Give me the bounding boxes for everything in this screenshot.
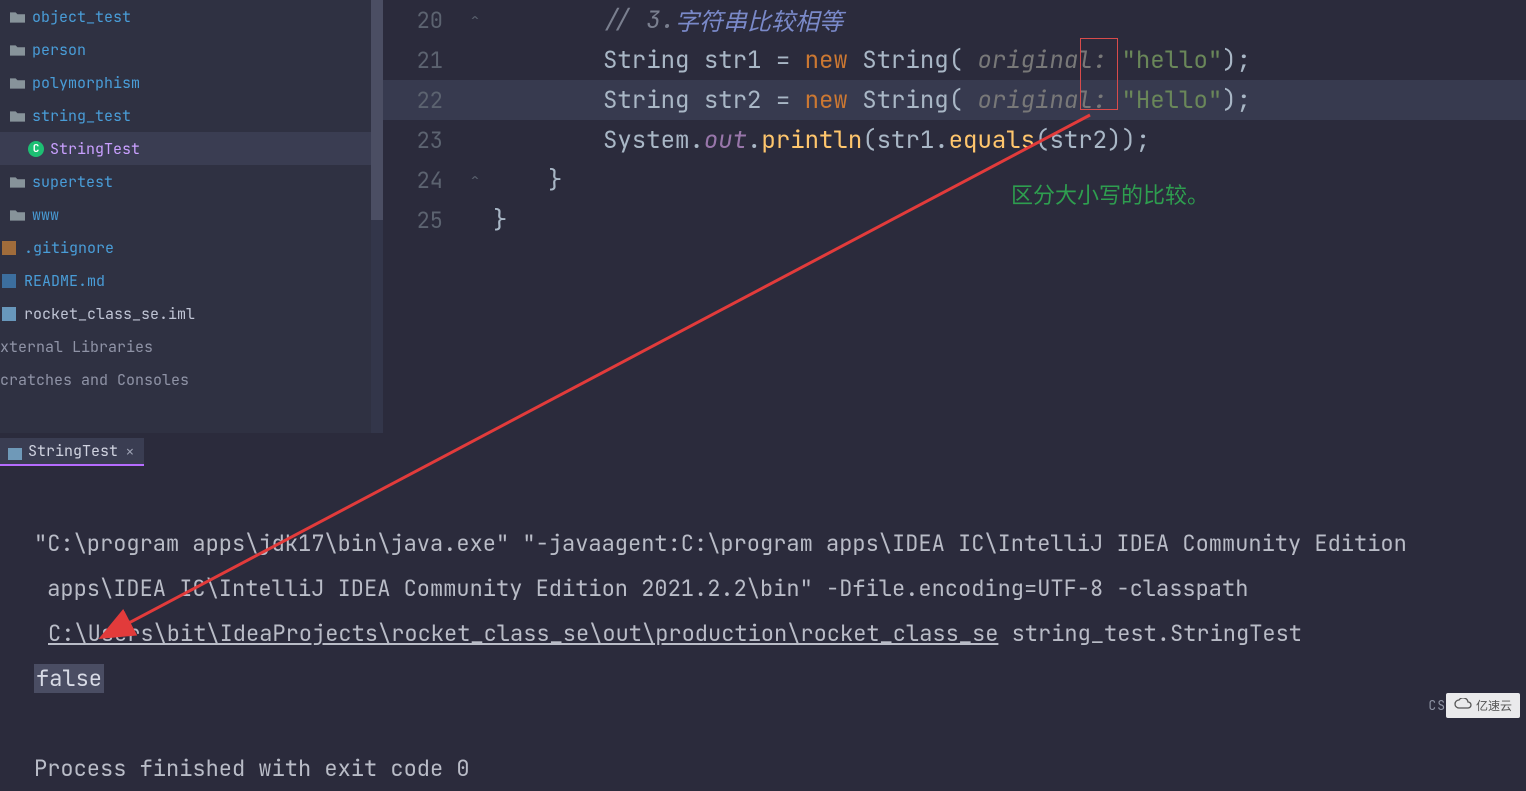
tree-label: person <box>32 40 86 60</box>
folder-icon <box>8 175 26 189</box>
tree-label: rocket_class_se.iml <box>24 304 195 324</box>
tree-folder-supertest[interactable]: supertest <box>0 165 383 198</box>
tok: out <box>704 125 747 156</box>
tok: String <box>862 85 948 116</box>
tree-external-libraries[interactable]: xternal Libraries <box>0 330 383 363</box>
markdown-icon <box>0 274 18 288</box>
tok: ); <box>1222 45 1251 76</box>
tree-folder-object-test[interactable]: object_test <box>0 0 383 33</box>
tree-file-iml[interactable]: rocket_class_se.iml <box>0 297 383 330</box>
tok: println <box>761 125 862 156</box>
iml-icon <box>0 307 18 321</box>
tok: } <box>548 165 562 196</box>
watermark-text: 亿速云 <box>1476 697 1512 714</box>
line-number: 24 <box>383 166 443 195</box>
run-tab-icon <box>8 445 22 457</box>
line-number: 25 <box>383 206 443 235</box>
sidebar-scrollbar[interactable] <box>371 0 383 433</box>
project-tree: object_test person polymorphism string_t… <box>0 0 383 433</box>
console-link[interactable]: C:\Users\bit\IdeaProjects\rocket_class_s… <box>48 619 998 648</box>
line-number: 20 <box>383 6 443 35</box>
code-editor[interactable]: 20 ⌃ 21 22 23 24 ⌃ 25 // 3.字符串比较相等 Strin… <box>383 0 1526 433</box>
console-line: apps\IDEA IC\IntelliJ IDEA Community Edi… <box>34 574 1248 603</box>
tok: str2 <box>1049 125 1107 156</box>
tree-label: www <box>32 205 59 225</box>
tok: equals <box>949 125 1035 156</box>
tree-folder-www[interactable]: www <box>0 198 383 231</box>
editor-gutter: 20 ⌃ 21 22 23 24 ⌃ 25 <box>383 0 493 433</box>
folder-icon <box>8 208 26 222</box>
class-icon: C <box>28 141 44 157</box>
run-tab-stringtest[interactable]: StringTest ✕ <box>0 438 144 466</box>
tok: = <box>761 85 804 116</box>
tok: String <box>862 45 948 76</box>
tok: . <box>747 125 761 156</box>
tok: ); <box>1222 85 1251 116</box>
yisu-watermark: 亿速云 <box>1446 693 1520 718</box>
tree-label: xternal Libraries <box>0 337 153 357</box>
folder-icon <box>8 10 26 24</box>
tok: ( <box>862 125 876 156</box>
run-tab-label: StringTest <box>28 441 118 461</box>
tok: str2 <box>704 85 762 116</box>
tok: = <box>761 45 804 76</box>
folder-icon <box>8 109 26 123</box>
fold-marker-icon[interactable]: ⌃ <box>465 170 485 190</box>
tree-class-stringtest[interactable]: C StringTest <box>0 132 383 165</box>
tok: str1. <box>877 125 949 156</box>
scrollbar-thumb[interactable] <box>371 0 383 220</box>
tree-label: string_test <box>32 106 131 126</box>
tok: new <box>805 45 863 76</box>
code-area[interactable]: // 3.字符串比较相等 String str1 = new String ( o… <box>493 0 1526 433</box>
console-output[interactable]: "C:\program apps\jdk17\bin\java.exe" "-j… <box>0 468 1526 724</box>
annotation-note: 区分大小写的比较。 <box>1011 178 1209 210</box>
code-comment-cn: 字符串比较相等 <box>675 2 843 38</box>
console-text: string_test.StringTest <box>998 619 1302 648</box>
close-icon[interactable]: ✕ <box>126 443 134 460</box>
tree-label: cratches and Consoles <box>0 370 189 390</box>
tok: new <box>805 85 863 116</box>
fold-marker-icon[interactable]: ⌃ <box>465 10 485 30</box>
gitignore-icon <box>0 241 18 255</box>
tok: } <box>493 205 507 236</box>
tok: )); <box>1107 125 1150 156</box>
tree-file-readme[interactable]: README.md <box>0 264 383 297</box>
console-line: "C:\program apps\jdk17\bin\java.exe" "-j… <box>34 529 1407 558</box>
tok: System. <box>603 125 704 156</box>
tree-label: StringTest <box>50 139 140 159</box>
tok: "hello" <box>1121 45 1222 76</box>
tree-file-gitignore[interactable]: .gitignore <box>0 231 383 264</box>
console-result: false <box>34 664 104 693</box>
tok: String <box>603 85 689 116</box>
tree-scratches[interactable]: cratches and Consoles <box>0 363 383 396</box>
tree-label: polymorphism <box>32 73 140 93</box>
console-exit: Process finished with exit code 0 <box>34 754 470 783</box>
cloud-icon <box>1454 698 1472 714</box>
tok: str1 <box>704 45 762 76</box>
tok: String <box>603 45 689 76</box>
tree-folder-polymorphism[interactable]: polymorphism <box>0 66 383 99</box>
annotation-red-box <box>1080 38 1118 110</box>
folder-icon <box>8 76 26 90</box>
tree-label: README.md <box>24 271 105 291</box>
folder-icon <box>8 43 26 57</box>
tok: "Hello" <box>1121 85 1222 116</box>
code-comment: // 3. <box>603 5 675 36</box>
tree-label: .gitignore <box>24 238 114 258</box>
line-number: 21 <box>383 46 443 75</box>
tree-label: object_test <box>32 7 131 27</box>
tree-folder-string-test[interactable]: string_test <box>0 99 383 132</box>
tok: ( <box>1035 125 1049 156</box>
tree-label: supertest <box>32 172 113 192</box>
tree-folder-person[interactable]: person <box>0 33 383 66</box>
line-number: 23 <box>383 126 443 155</box>
run-console: StringTest ✕ "C:\program apps\jdk17\bin\… <box>0 433 1526 724</box>
csdn-watermark: CS <box>1428 697 1446 714</box>
line-number: 22 <box>383 86 443 115</box>
